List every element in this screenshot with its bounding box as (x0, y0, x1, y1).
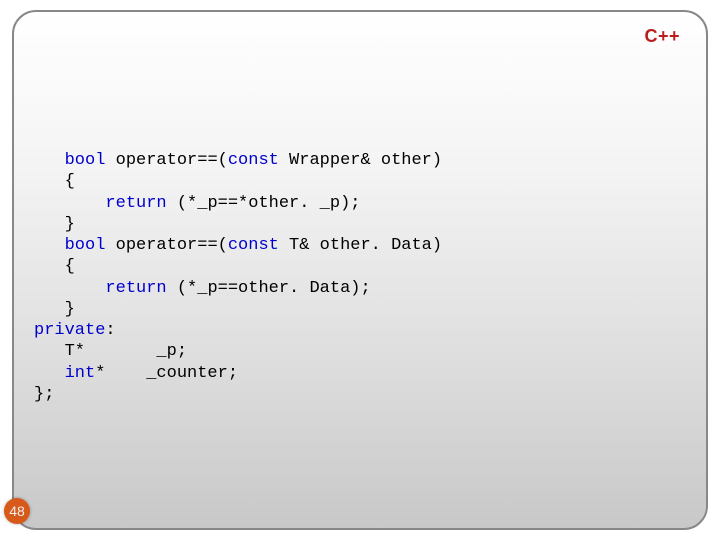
code-line-9: private: (34, 321, 116, 340)
indent (34, 279, 105, 298)
code-line-2: { (34, 172, 75, 191)
code-line-5: bool operator==(const T& other. Data) (34, 236, 442, 255)
code-line-11: int* _counter; (34, 364, 238, 383)
indent (34, 194, 105, 213)
code-text: } (65, 215, 75, 234)
code-line-4: } (34, 215, 75, 234)
code-line-1: bool operator==(const Wrapper& other) (34, 151, 442, 170)
slide-frame: C++ bool operator==(const Wrapper& other… (12, 10, 708, 530)
code-text: operator==( (105, 236, 227, 255)
code-text: { (65, 172, 75, 191)
keyword-bool: bool (65, 236, 106, 255)
language-badge: C++ (644, 26, 680, 47)
code-text: T& other. Data) (279, 236, 442, 255)
code-text: (*_p==*other. _p); (167, 194, 361, 213)
keyword-int: int (65, 364, 96, 383)
keyword-private: private (34, 321, 105, 340)
slide: C++ bool operator==(const Wrapper& other… (0, 0, 720, 540)
code-line-7: return (*_p==other. Data); (34, 279, 371, 298)
indent (34, 236, 65, 255)
code-text: }; (34, 385, 54, 404)
indent (34, 342, 65, 361)
indent (34, 257, 65, 276)
keyword-bool: bool (65, 151, 106, 170)
indent (34, 364, 65, 383)
code-text: : (105, 321, 115, 340)
code-line-8: } (34, 300, 75, 319)
code-line-10: T* _p; (34, 342, 187, 361)
code-text: } (65, 300, 75, 319)
code-block: bool operator==(const Wrapper& other) { … (34, 150, 686, 405)
code-text: T* _p; (65, 342, 187, 361)
code-text: Wrapper& other) (279, 151, 442, 170)
indent (34, 172, 65, 191)
keyword-const: const (228, 151, 279, 170)
code-text: { (65, 257, 75, 276)
keyword-return: return (105, 279, 166, 298)
indent (34, 151, 65, 170)
code-text: * _counter; (95, 364, 238, 383)
code-text: (*_p==other. Data); (167, 279, 371, 298)
code-line-12: }; (34, 385, 54, 404)
indent (34, 215, 65, 234)
page-number-badge: 48 (4, 498, 30, 524)
indent (34, 300, 65, 319)
page-number: 48 (9, 503, 25, 519)
keyword-return: return (105, 194, 166, 213)
code-line-6: { (34, 257, 75, 276)
code-line-3: return (*_p==*other. _p); (34, 194, 360, 213)
code-text: operator==( (105, 151, 227, 170)
keyword-const: const (228, 236, 279, 255)
